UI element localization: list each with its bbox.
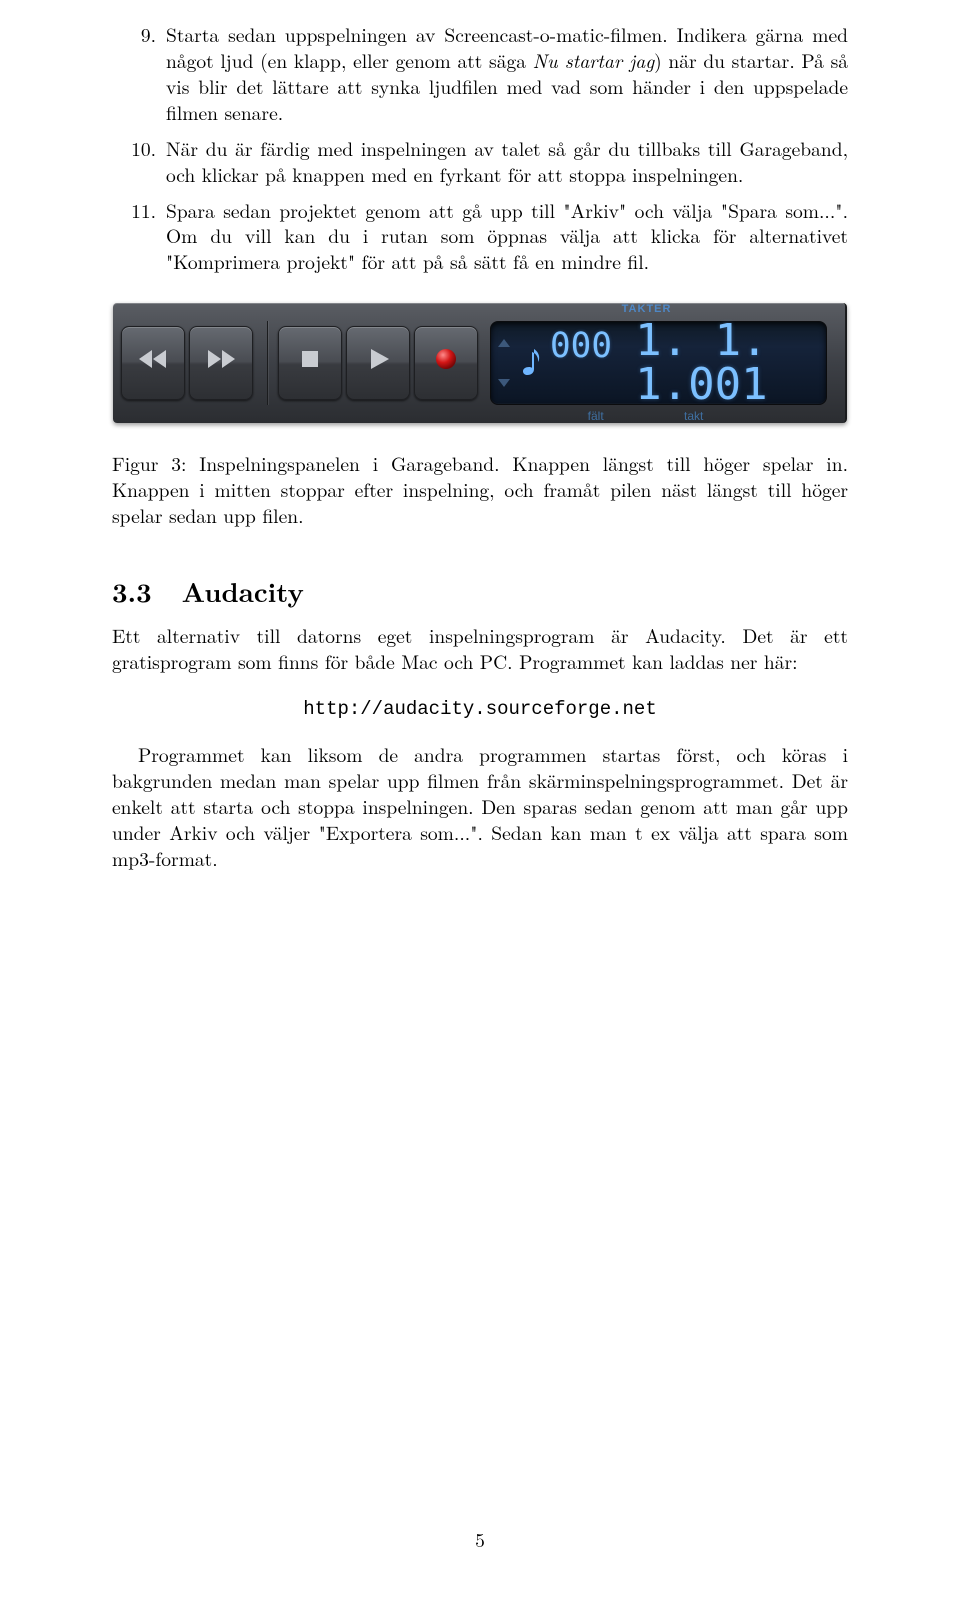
lcd-footer-left: fält [550, 409, 642, 425]
list-item: 11. Spara sedan projektet genom att gå u… [112, 198, 848, 276]
play-icon [363, 344, 393, 382]
fast-forward-button[interactable] [189, 326, 253, 400]
list-item: 10. När du är färdig med inspelningen av… [112, 136, 848, 188]
lcd-footer-right: takt [642, 409, 746, 425]
play-button[interactable] [346, 326, 410, 400]
list-item: 9. Starta sedan uppspelningen av Screenc… [112, 22, 848, 126]
paragraph: Ett alternativ till datorns eget inspeln… [112, 623, 848, 675]
lcd-readout: TAKTER 000 1. 1. 1.001 fält takt [550, 326, 816, 400]
lcd-field-counter: 000 [550, 328, 612, 362]
fast-forward-icon [206, 344, 236, 382]
download-url: http://audacity.sourceforge.net [112, 697, 848, 722]
rewind-button[interactable] [121, 326, 185, 400]
ordered-list: 9. Starta sedan uppspelningen av Screenc… [112, 22, 848, 275]
list-number: 11. [112, 198, 166, 276]
transport-buttons [113, 303, 482, 423]
list-number: 9. [112, 22, 166, 126]
paragraph: Programmet kan liksom de andra programme… [112, 742, 848, 872]
transport-panel: TAKTER 000 1. 1. 1.001 fält takt [113, 303, 847, 423]
list-text: När du är färdig med inspelningen av tal… [166, 136, 848, 188]
list-number: 10. [112, 136, 166, 188]
figure-garageband-panel: TAKTER 000 1. 1. 1.001 fält takt [112, 303, 848, 423]
list-text: Spara sedan projektet genom att gå upp t… [166, 198, 848, 276]
subsection-heading: 3.3 Audacity [112, 573, 848, 609]
text-emphasis: Nu startar jag [533, 46, 655, 74]
rewind-icon [138, 344, 168, 382]
chevron-up-icon [497, 330, 511, 356]
lcd-digits: 000 1. 1. 1.001 [550, 319, 816, 407]
record-button[interactable] [414, 326, 478, 400]
lcd-content: TAKTER 000 1. 1. 1.001 fält takt [520, 326, 816, 400]
figure-caption: Figur 3: Inspelningspanelen i Garageband… [112, 451, 848, 529]
button-separator [267, 321, 268, 405]
lcd-display: TAKTER 000 1. 1. 1.001 fält takt [490, 321, 827, 405]
stop-icon [295, 344, 325, 382]
list-text: Starta sedan uppspelningen av Screencast… [166, 22, 848, 126]
subsection-number: 3.3 [112, 573, 152, 609]
lcd-main-counter: 1. 1. 1.001 [635, 319, 816, 407]
record-icon [431, 344, 461, 382]
chevron-down-icon [497, 370, 511, 396]
page-number: 5 [0, 1527, 960, 1553]
lcd-footer: fält takt [550, 409, 816, 425]
music-note-icon [520, 326, 542, 400]
subsection-title: Audacity [182, 573, 304, 609]
stop-button[interactable] [278, 326, 342, 400]
lcd-spinners[interactable] [495, 326, 514, 400]
